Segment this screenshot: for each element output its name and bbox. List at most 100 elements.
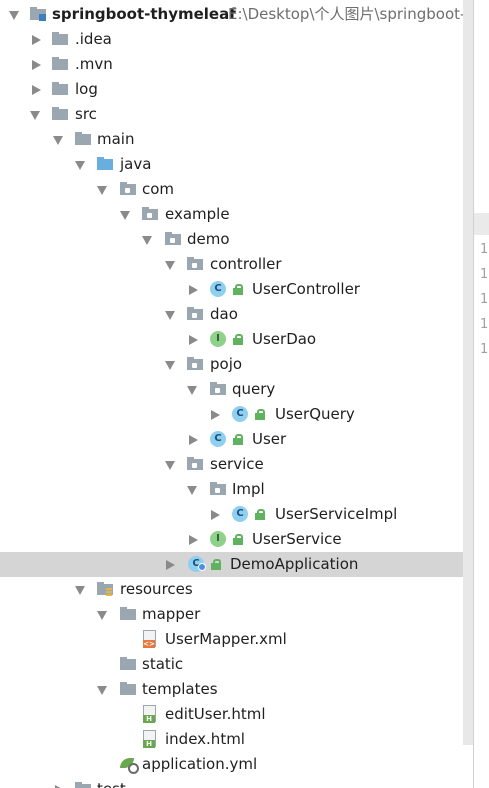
tree-node-demoapplication[interactable]: C DemoApplication (0, 552, 465, 577)
chevron-right-icon[interactable] (189, 335, 198, 345)
chevron-down-icon[interactable] (9, 11, 19, 20)
line-number: 1 (480, 292, 489, 307)
chevron-down-icon[interactable] (187, 486, 197, 495)
tree-node-test[interactable]: test (0, 777, 465, 788)
line-number: 1 (480, 242, 489, 257)
tree-node-label: resources (120, 580, 193, 598)
tree-node-label: com (142, 180, 175, 198)
line-number: 1 (480, 267, 489, 282)
tree-node-userdao[interactable]: I UserDao (0, 327, 465, 352)
chevron-down-icon[interactable] (30, 111, 40, 120)
yml-file-icon (120, 757, 139, 774)
chevron-down-icon[interactable] (165, 311, 175, 320)
tree-node-com[interactable]: com (0, 177, 465, 202)
tree-node-label: application.yml (142, 755, 258, 773)
html-file-icon: H (143, 705, 156, 723)
chevron-right-icon[interactable] (211, 510, 220, 520)
tree-node-usermapper-xml[interactable]: <> UserMapper.xml (0, 627, 465, 652)
tree-node-mapper[interactable]: mapper (0, 602, 465, 627)
chevron-down-icon[interactable] (165, 461, 175, 470)
vertical-scrollbar[interactable] (463, 0, 473, 745)
lock-icon (233, 534, 243, 545)
tree-node-label: service (210, 455, 264, 473)
tree-node-label: UserDao (252, 330, 317, 348)
chevron-right-icon[interactable] (189, 535, 198, 545)
tree-node-resources[interactable]: resources (0, 577, 465, 602)
tree-node-pojo[interactable]: pojo (0, 352, 465, 377)
tree-node-userquery[interactable]: C UserQuery (0, 402, 465, 427)
tree-node-edituser-html[interactable]: H editUser.html (0, 702, 465, 727)
module-icon (30, 7, 47, 22)
chevron-down-icon[interactable] (75, 161, 85, 170)
tree-node-mvn[interactable]: .mvn (0, 52, 465, 77)
class-icon: C (232, 506, 248, 522)
chevron-down-icon[interactable] (75, 586, 85, 595)
tree-node-userserviceimpl[interactable]: C UserServiceImpl (0, 502, 465, 527)
tree-node-label: mapper (142, 605, 201, 623)
tree-node-label: UserService (252, 530, 342, 548)
folder-icon (120, 657, 137, 672)
tree-node-idea[interactable]: .idea (0, 27, 465, 52)
tree-node-label: query (232, 380, 276, 398)
tree-node-demo[interactable]: demo (0, 227, 465, 252)
chevron-right-icon[interactable] (211, 410, 220, 420)
package-icon (187, 357, 204, 372)
tree-node-src[interactable]: src (0, 102, 465, 127)
interface-icon: I (210, 531, 226, 547)
tree-node-controller[interactable]: controller (0, 252, 465, 277)
folder-icon (120, 682, 137, 697)
chevron-right-icon[interactable] (189, 285, 198, 295)
lock-icon (255, 409, 265, 420)
package-icon (120, 182, 137, 197)
tree-node-label: java (120, 155, 152, 173)
chevron-down-icon[interactable] (165, 361, 175, 370)
chevron-down-icon[interactable] (165, 261, 175, 270)
chevron-down-icon[interactable] (187, 386, 197, 395)
folder-icon (52, 32, 69, 47)
chevron-down-icon[interactable] (97, 611, 107, 620)
tree-node-dao[interactable]: dao (0, 302, 465, 327)
lock-icon (211, 559, 221, 570)
chevron-down-icon[interactable] (53, 136, 63, 145)
chevron-right-icon[interactable] (32, 35, 41, 45)
chevron-right-icon[interactable] (189, 435, 198, 445)
tree-node-index-html[interactable]: H index.html (0, 727, 465, 752)
chevron-down-icon[interactable] (97, 686, 107, 695)
tree-node-query[interactable]: query (0, 377, 465, 402)
tree-node-static[interactable]: static (0, 652, 465, 677)
tree-node-templates[interactable]: templates (0, 677, 465, 702)
tree-node-example[interactable]: example (0, 202, 465, 227)
chevron-down-icon[interactable] (97, 186, 107, 195)
tree-node-log[interactable]: log (0, 77, 465, 102)
tree-node-service[interactable]: service (0, 452, 465, 477)
tree-node-project-root[interactable]: springboot-thymeleaf E:\Desktop\个人图片\spr… (0, 2, 465, 27)
tree-node-application-yml[interactable]: application.yml (0, 752, 465, 777)
chevron-down-icon[interactable] (120, 211, 130, 220)
tree-node-java[interactable]: java (0, 152, 465, 177)
chevron-down-icon[interactable] (142, 236, 152, 245)
tree-node-usercontroller[interactable]: C UserController (0, 277, 465, 302)
project-tree[interactable]: springboot-thymeleaf E:\Desktop\个人图片\spr… (0, 0, 465, 788)
tree-node-label: main (97, 130, 135, 148)
tree-node-label: pojo (210, 355, 243, 373)
package-icon (210, 482, 227, 497)
package-icon (187, 257, 204, 272)
tree-node-label: index.html (165, 730, 245, 748)
tree-node-label: controller (210, 255, 282, 273)
line-number: 1 (480, 342, 489, 357)
tree-node-userservice[interactable]: I UserService (0, 527, 465, 552)
tree-node-label: test (97, 780, 126, 788)
tree-node-label: UserMapper.xml (165, 630, 287, 648)
tree-node-user[interactable]: C User (0, 427, 465, 452)
xml-file-icon: <> (143, 630, 156, 648)
lock-icon (233, 434, 243, 445)
chevron-right-icon[interactable] (166, 560, 175, 570)
tree-node-impl[interactable]: Impl (0, 477, 465, 502)
folder-icon (52, 107, 69, 122)
tree-node-label: UserServiceImpl (275, 505, 398, 523)
chevron-right-icon[interactable] (32, 85, 41, 95)
tree-node-label: User (252, 430, 287, 448)
tree-node-main[interactable]: main (0, 127, 465, 152)
chevron-right-icon[interactable] (32, 60, 41, 70)
package-icon (187, 457, 204, 472)
